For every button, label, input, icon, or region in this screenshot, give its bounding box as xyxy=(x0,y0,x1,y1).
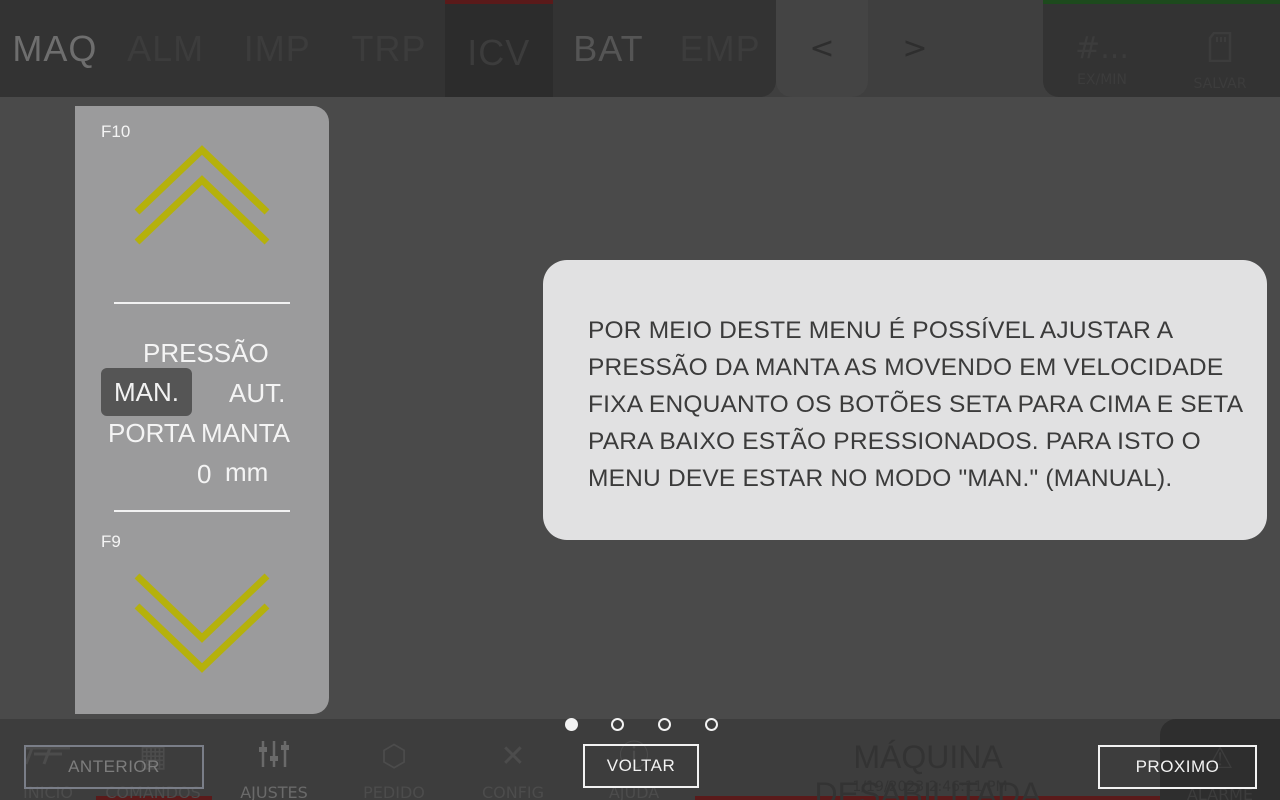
top-right-panel: #... EX/MIN SALVAR xyxy=(1043,0,1280,97)
status-timestamp: 1/19/2023 2:46:11 PM xyxy=(852,779,1008,795)
divider-top xyxy=(114,302,290,304)
tab-imp[interactable]: IMP xyxy=(221,28,333,70)
tabs-prev-button[interactable]: < xyxy=(776,0,868,97)
nav-ajustes-label: AJUSTES xyxy=(240,783,308,800)
arrow-up-icon[interactable] xyxy=(133,144,271,248)
back-button[interactable]: VOLTAR xyxy=(583,744,699,788)
page-dot-3[interactable] xyxy=(658,718,671,731)
arrow-down-icon[interactable] xyxy=(133,572,271,676)
nav-config[interactable]: ✕ CONFIG xyxy=(465,739,561,800)
key-label-up: F10 xyxy=(101,122,131,141)
tools-icon: ✕ xyxy=(500,739,526,774)
mode-man-button[interactable]: MAN. xyxy=(101,368,192,416)
tab-trp[interactable]: TRP xyxy=(333,28,445,70)
sliders-icon xyxy=(226,739,322,779)
nav-pedido-label: PEDIDO xyxy=(363,783,425,800)
previous-button[interactable]: ANTERIOR xyxy=(24,745,204,789)
tab-bat[interactable]: BAT xyxy=(553,28,665,70)
tab-emp[interactable]: EMP xyxy=(664,28,776,70)
help-text: POR MEIO DESTE MENU É POSSÍVEL AJUSTAR A… xyxy=(588,317,1242,492)
pressure-control-panel: F10 PRESSÃO MAN. AUT. PORTA MANTA 0 mm F… xyxy=(75,106,329,714)
save-label: SALVAR xyxy=(1193,76,1247,92)
key-label-down: F9 xyxy=(101,532,121,551)
divider-bottom xyxy=(114,510,290,512)
nav-ajustes[interactable]: AJUSTES xyxy=(226,739,322,800)
nav-pedido[interactable]: ⬡ PEDIDO xyxy=(346,739,442,800)
counter-label: EX/MIN xyxy=(1077,72,1127,88)
page-dot-1[interactable] xyxy=(565,718,578,731)
boxes-icon: ⬡ xyxy=(380,739,408,774)
top-bar: MAQ ALM IMP TRP ICV BAT EMP < > #... EX/… xyxy=(0,0,1280,97)
page-dot-2[interactable] xyxy=(611,718,624,731)
production-counter: #... EX/MIN xyxy=(1047,31,1157,89)
counter-value: #... xyxy=(1075,31,1129,66)
pressure-unit: mm xyxy=(225,457,269,487)
mode-aut-button[interactable]: AUT. xyxy=(229,378,285,409)
next-button[interactable]: PROXIMO xyxy=(1098,745,1257,789)
sd-card-icon xyxy=(1165,31,1275,70)
pressure-value: 0 xyxy=(197,459,212,489)
tab-maq[interactable]: MAQ xyxy=(0,28,110,70)
tab-icv[interactable]: ICV xyxy=(444,0,553,97)
page-dot-4[interactable] xyxy=(705,718,718,731)
top-tabs: MAQ ALM IMP TRP ICV BAT EMP xyxy=(0,0,776,97)
save-button[interactable]: SALVAR xyxy=(1165,31,1275,92)
page-indicator xyxy=(563,718,723,732)
pressure-subtitle: PORTA MANTA xyxy=(108,418,291,448)
tab-alm[interactable]: ALM xyxy=(110,28,222,70)
pressure-title: PRESSÃO xyxy=(143,338,269,368)
help-tooltip: POR MEIO DESTE MENU É POSSÍVEL AJUSTAR A… xyxy=(543,260,1267,540)
nav-config-label: CONFIG xyxy=(481,783,545,800)
tabs-next-button[interactable]: > xyxy=(880,0,950,97)
